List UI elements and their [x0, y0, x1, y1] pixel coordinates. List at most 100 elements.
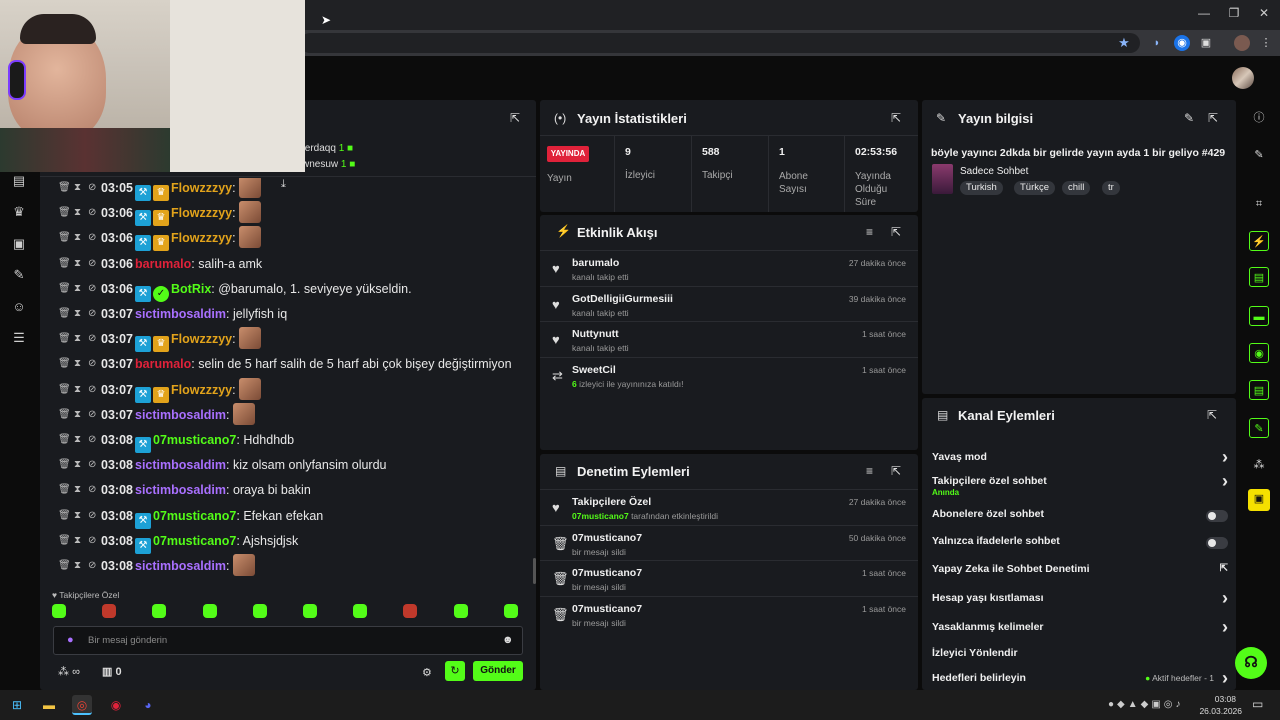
chat-input[interactable]: ● Bir mesaj gönderin ☻ — [53, 626, 523, 655]
send-button[interactable]: Gönder — [473, 661, 523, 681]
profile-icon[interactable] — [1234, 35, 1250, 51]
trash-icon[interactable]: 🗑 — [58, 554, 71, 578]
category-thumbnail[interactable] — [932, 164, 953, 194]
ban-icon[interactable]: ⊘ — [88, 302, 96, 326]
chat-username[interactable]: sictimbosaldim — [135, 307, 226, 321]
toggle-switch[interactable] — [1206, 510, 1228, 522]
crop-icon[interactable]: ⌗ — [1249, 194, 1269, 214]
event-name[interactable]: GotDelligiiGurmesiii — [572, 293, 673, 305]
chat-message[interactable]: 🗑 ⧗ ⊘ 03:06 ⚒ ♛ Flowzzzyy: — [40, 201, 536, 227]
chat-message[interactable]: 🗑 ⧗ ⊘ 03:06 barumalo: salih-a amk — [40, 252, 536, 276]
edit-icon[interactable]: ✎ — [1249, 145, 1269, 165]
tag-chip[interactable]: Türkçe — [1014, 181, 1056, 195]
popout-icon[interactable]: ⇱ — [510, 111, 520, 125]
chat-message[interactable]: 🗑 ⧗ ⊘ 03:08 ⚒ 07musticano7: Efekan efekan — [40, 504, 536, 529]
chat-message[interactable]: 🗑 ⧗ ⊘ 03:06 ⚒ ♛ Flowzzzyy: — [40, 226, 536, 252]
event-item[interactable]: ♥ GotDelligiiGurmesiii kanalı takip etti 39… — [540, 285, 918, 322]
avatar[interactable] — [1232, 67, 1254, 89]
chat-message[interactable]: 🗑 ⧗ ⊘ 03:07 sictimbosaldim: jellyfish iq — [40, 302, 536, 326]
chrome-icon[interactable]: ◎ — [72, 695, 92, 715]
obs-icon[interactable]: ◉ — [106, 695, 126, 715]
quick-emote-button[interactable]: ↻ — [445, 661, 465, 681]
ban-icon[interactable]: ⊘ — [88, 478, 96, 502]
users-icon[interactable]: ☺ — [11, 299, 27, 315]
scrollbar[interactable] — [533, 558, 536, 584]
chat-message[interactable]: 🗑 ⧗ ⊘ 03:08 ⚒ 07musticano7: Hdhdhdb — [40, 428, 536, 453]
trophy-icon[interactable]: ♛ — [11, 204, 27, 220]
popout-icon[interactable]: ⇱ — [1208, 111, 1218, 125]
restore-icon[interactable]: ❐ — [1224, 6, 1244, 22]
trash-icon[interactable]: 🗑 — [58, 403, 71, 427]
chat-username[interactable]: Flowzzzyy — [171, 181, 232, 195]
notification-icon[interactable]: ▭ — [1252, 697, 1263, 711]
popout-icon[interactable]: ⇱ — [891, 225, 901, 239]
chat-message[interactable]: 🗑 ⧗ ⊘ 03:07 barumalo: selin de 5 harf salih … — [40, 352, 536, 376]
timeout-icon[interactable]: ⧗ — [74, 478, 81, 502]
chat-message[interactable]: 🗑 ⧗ ⊘ 03:07 ⚒ ♛ Flowzzzyy: — [40, 327, 536, 353]
event-name[interactable]: barumalo — [572, 257, 619, 269]
timeout-icon[interactable]: ⧗ — [74, 252, 81, 276]
moderation-icon[interactable]: ▤ — [1249, 380, 1269, 400]
extension-icon[interactable]: ◗ — [1149, 35, 1165, 51]
channel-action-item[interactable]: Abonelere özel sohbet — [932, 508, 1228, 528]
emote-icon[interactable] — [52, 604, 66, 618]
chat-message[interactable]: 🗑 ⧗ ⊘ 03:05 ⚒ ♛ Flowzzzyy: — [40, 178, 536, 201]
category-name[interactable]: Sadece Sohbet — [960, 166, 1028, 177]
emote-icon[interactable] — [252, 604, 267, 618]
timeout-icon[interactable]: ⧗ — [74, 178, 81, 200]
drops-counter[interactable]: ▥ 0 — [102, 665, 122, 678]
event-name[interactable]: Takipçilere Özel — [572, 496, 651, 508]
ban-icon[interactable]: ⊘ — [88, 327, 96, 351]
ban-icon[interactable]: ⊘ — [88, 529, 96, 553]
wrench-icon[interactable]: ✎ — [1249, 418, 1269, 438]
event-name[interactable]: 07musticano7 — [572, 603, 642, 615]
timeout-icon[interactable]: ⧗ — [74, 453, 81, 477]
event-name[interactable]: SweetCil — [572, 364, 616, 376]
chat-icon[interactable]: ▬ — [1249, 306, 1269, 326]
timeout-icon[interactable]: ⧗ — [74, 554, 81, 578]
filter-icon[interactable]: ≡ — [866, 464, 873, 478]
emoji-icon[interactable]: ☻ — [502, 634, 514, 646]
emote-icon[interactable] — [303, 604, 317, 618]
channel-action-item[interactable]: Hesap yaşı kısıtlaması › — [932, 588, 1228, 612]
timeout-icon[interactable]: ⧗ — [74, 226, 81, 250]
chevron-right-icon[interactable]: › — [1222, 447, 1228, 468]
emote-icon[interactable] — [202, 604, 217, 618]
tray-icons[interactable]: ●◆▲◆▣◎♪ — [1108, 699, 1184, 710]
external-link-icon[interactable]: ⇱ — [1220, 563, 1228, 574]
chat-username[interactable]: Flowzzzyy — [171, 332, 232, 346]
minimize-icon[interactable]: — — [1194, 6, 1214, 22]
points-counter[interactable]: ⁂ ∞ — [58, 665, 80, 678]
address-bar[interactable] — [300, 33, 1140, 53]
channel-action-item[interactable]: Yalnızca ifadelerle sohbet — [932, 535, 1228, 555]
ban-icon[interactable]: ⊘ — [88, 428, 96, 452]
chat-message[interactable]: 🗑 ⧗ ⊘ 03:08 sictimbosaldim: — [40, 554, 536, 578]
trash-icon[interactable]: 🗑 — [58, 504, 71, 528]
emote-icon[interactable] — [503, 604, 518, 618]
tag-chip[interactable]: tr — [1102, 181, 1120, 195]
emote-icon[interactable] — [353, 604, 368, 618]
chevron-right-icon[interactable]: › — [1222, 617, 1228, 638]
event-item[interactable]: ♥ Takipçilere Özel 07musticano7 tarafından… — [540, 489, 918, 525]
chat-username[interactable]: sictimbosaldim — [135, 458, 226, 472]
discord-icon[interactable]: ◕ — [138, 695, 158, 715]
timeout-icon[interactable]: ⧗ — [74, 302, 81, 326]
ban-icon[interactable]: ⊘ — [88, 252, 96, 276]
tag-chip[interactable]: Turkish — [960, 181, 1003, 195]
timeout-icon[interactable]: ⧗ — [74, 378, 81, 402]
trash-icon[interactable]: 🗑 — [58, 378, 71, 402]
timeout-icon[interactable]: ⧗ — [74, 529, 81, 553]
chat-username[interactable]: barumalo — [135, 357, 191, 371]
channel-action-item[interactable]: Yavaş mod › — [932, 447, 1228, 471]
emote-icon[interactable] — [403, 604, 418, 618]
event-item[interactable]: 🗑 07musticano7 bir mesajı sildi 1 saat önce — [540, 595, 918, 632]
info-icon[interactable]: ⓘ — [1249, 108, 1269, 128]
settings-icon[interactable]: ⚙ — [422, 666, 432, 679]
lightning-icon[interactable]: ⚡ — [1249, 231, 1269, 251]
event-item[interactable]: ♥ barumalo kanalı takip etti 27 dakika önce — [540, 250, 918, 286]
event-item[interactable]: 🗑 07musticano7 bir mesajı sildi 1 saat önce — [540, 560, 918, 596]
chat-message[interactable]: 🗑 ⧗ ⊘ 03:07 ⚒ ♛ Flowzzzyy: — [40, 377, 536, 403]
chat-username[interactable]: Flowzzzyy — [171, 206, 232, 220]
chat-username[interactable]: sictimbosaldim — [135, 408, 226, 422]
trash-icon[interactable]: 🗑 — [58, 178, 71, 200]
